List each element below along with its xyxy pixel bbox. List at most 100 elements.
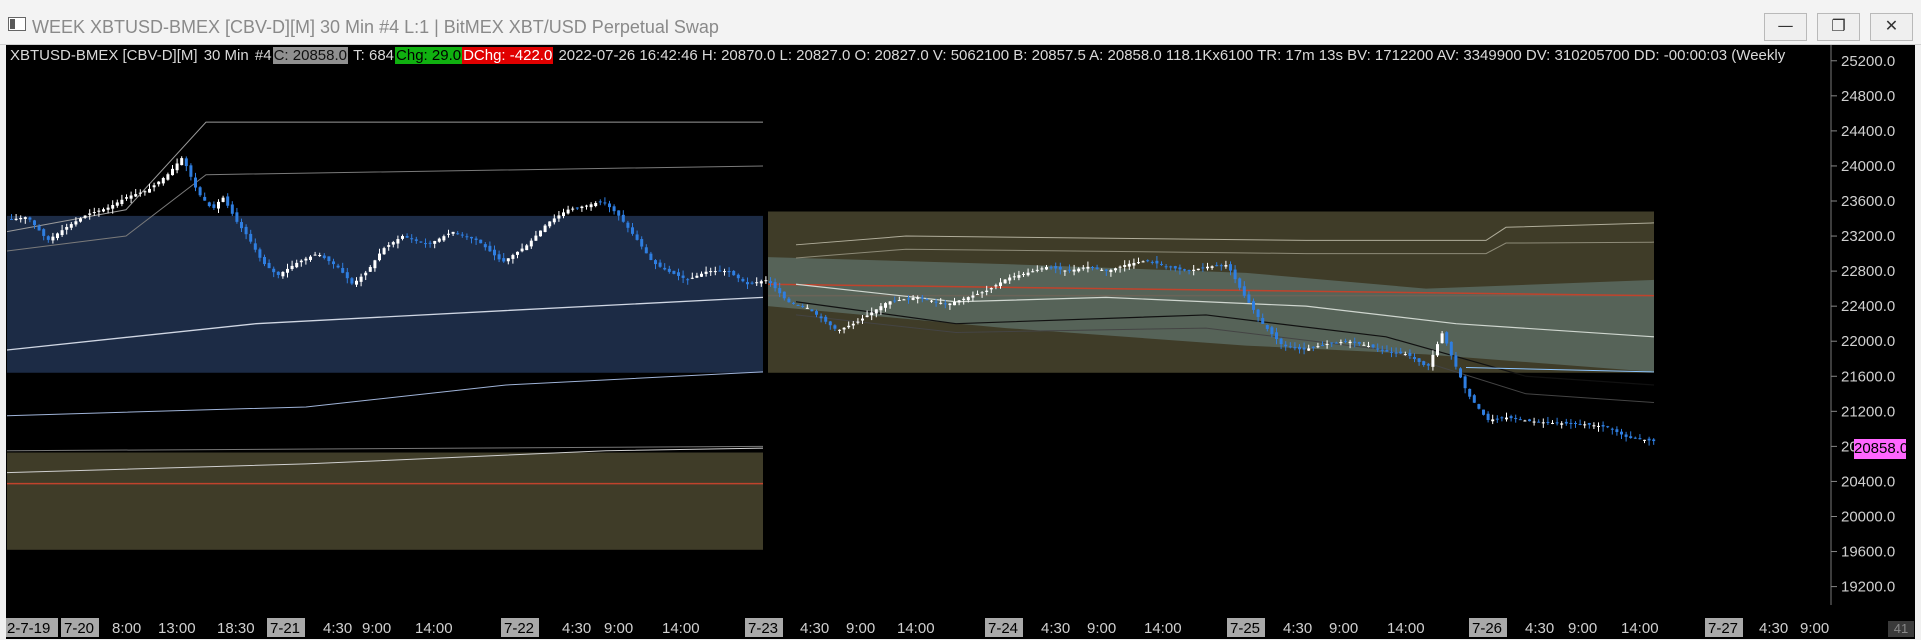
candle-body	[345, 272, 349, 279]
candle-body	[433, 241, 437, 244]
candle-body	[1564, 421, 1568, 424]
time-label: 4:30	[800, 620, 829, 637]
candle-body	[221, 197, 225, 202]
candle-body	[543, 225, 547, 232]
candle-body	[1578, 423, 1582, 425]
candle-body	[88, 213, 92, 215]
candle-body	[506, 258, 510, 262]
candle-body	[175, 163, 179, 171]
candle-body	[1587, 423, 1591, 425]
candle-body	[1592, 425, 1596, 427]
close-button[interactable]: ✕	[1870, 13, 1913, 41]
maximize-button[interactable]: ❐	[1817, 13, 1860, 41]
candle-body	[608, 203, 611, 208]
candle-body	[1173, 266, 1177, 269]
candle-body	[1137, 262, 1140, 264]
price-tick-label: 19200.0	[1841, 579, 1895, 596]
title-bar[interactable]: WEEK XBTUSD-BMEX [CBV-D][M] 30 Min #4 L:…	[0, 0, 1921, 45]
candle-body	[1233, 269, 1237, 280]
candle-body	[1196, 268, 1200, 271]
date-label: 7-20	[64, 620, 94, 637]
candle-body	[1348, 341, 1352, 344]
candle-body	[391, 242, 395, 245]
candle-body	[732, 270, 736, 276]
candle-body	[552, 218, 556, 223]
candle-body	[1472, 395, 1476, 403]
candle-body	[1003, 279, 1007, 284]
candle-body	[1321, 345, 1324, 347]
candle-body	[1523, 420, 1527, 422]
chart-window: WEEK XBTUSD-BMEX [CBV-D][M] 30 Min #4 L:…	[0, 0, 1921, 640]
candle-body	[217, 201, 220, 209]
candle-body	[1127, 263, 1131, 267]
corner-value: 41	[1888, 621, 1914, 637]
candle-body	[1551, 422, 1554, 424]
candle-body	[861, 318, 864, 321]
minimize-button[interactable]: —	[1764, 13, 1807, 41]
candle-body	[56, 233, 59, 239]
candle-body	[907, 298, 910, 300]
date-label: 7-27	[1708, 620, 1738, 637]
candle-body	[994, 285, 998, 287]
candle-body	[60, 230, 64, 236]
candle-body	[943, 303, 947, 305]
candle-body	[1247, 294, 1251, 303]
candle-body	[171, 168, 174, 176]
candle-body	[980, 292, 984, 294]
time-label: 14:00	[1144, 620, 1182, 637]
candle-body	[382, 248, 386, 255]
candle-body	[1394, 352, 1398, 354]
candle-body	[428, 242, 432, 244]
candle-body	[138, 192, 142, 194]
candle-body	[874, 309, 878, 314]
candle-body	[644, 247, 648, 254]
candle-body	[1422, 361, 1426, 366]
candle-body	[483, 244, 487, 248]
candle-body	[23, 217, 27, 219]
candle-body	[263, 256, 266, 265]
candle-body	[1546, 421, 1550, 423]
candle-body	[1210, 266, 1214, 268]
candle-body	[1362, 344, 1366, 346]
candle-body	[833, 325, 837, 329]
candle-body	[792, 302, 795, 304]
candle-body	[704, 271, 708, 274]
candle-body	[451, 231, 455, 234]
candle-body	[295, 262, 299, 268]
candle-body	[1316, 346, 1320, 348]
candle-body	[677, 272, 680, 276]
candle-body	[566, 209, 570, 214]
candle-body	[778, 288, 782, 294]
candle-body	[1081, 267, 1085, 269]
date-label: 7-25	[1230, 620, 1260, 637]
candle-body	[1495, 418, 1499, 420]
price-chart[interactable]: 25200.0 24800.0 24400.0 24000.0 23600.0 23200…	[6, 45, 1915, 639]
candle-body	[1150, 261, 1154, 263]
candle-body	[493, 249, 496, 256]
price-tick-label: 22800.0	[1841, 263, 1895, 280]
close-badge: C: 20858.0	[272, 47, 348, 64]
candle-body	[1229, 264, 1232, 271]
candle-body	[575, 207, 579, 209]
candle-body	[1293, 347, 1297, 349]
candle-body	[1031, 271, 1035, 273]
candle-body	[1049, 267, 1053, 269]
candle-body	[1045, 267, 1048, 270]
candle-body	[1040, 268, 1044, 270]
candle-body	[1426, 364, 1430, 366]
candle-body	[410, 238, 414, 240]
candle-body	[847, 325, 851, 328]
candle-body	[1288, 346, 1292, 348]
candle-body	[603, 202, 607, 204]
chart-canvas[interactable]: 25200.0 24800.0 24400.0 24000.0 23600.0 23200…	[6, 45, 1915, 639]
candle-body	[198, 187, 202, 196]
candle-body	[474, 238, 478, 240]
candle-body	[681, 275, 685, 278]
candle-body	[594, 202, 598, 207]
price-tick-label: 24000.0	[1841, 158, 1895, 175]
candle-body	[488, 245, 492, 252]
candle-body	[727, 270, 731, 273]
candle-body	[1206, 266, 1209, 269]
time-label: 9:00	[604, 620, 633, 637]
candle-body	[999, 282, 1002, 286]
